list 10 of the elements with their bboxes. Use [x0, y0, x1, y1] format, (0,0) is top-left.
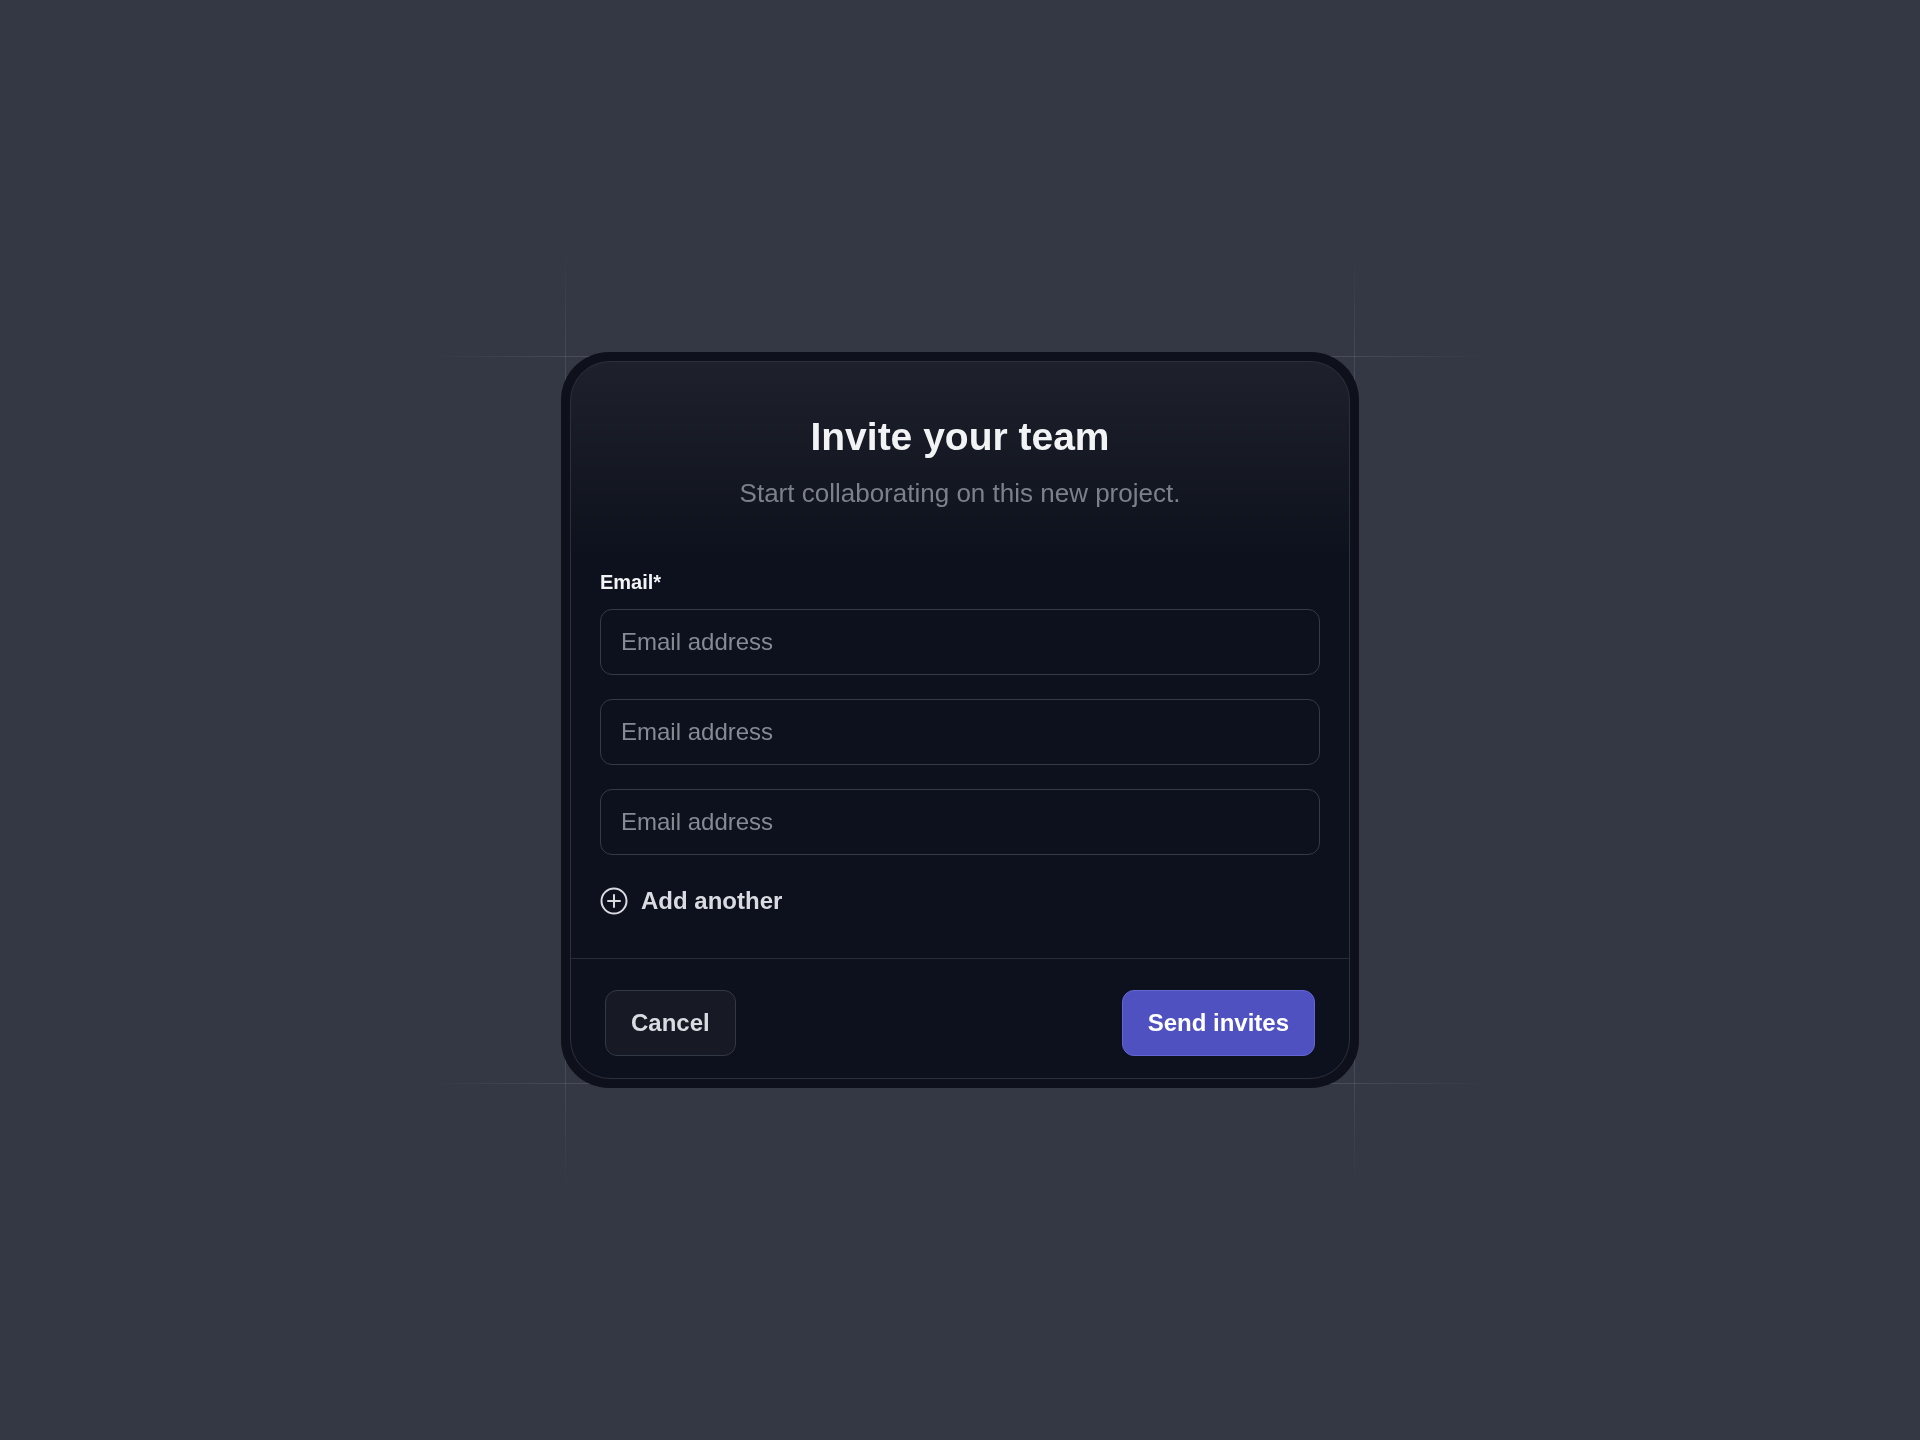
email-input-field[interactable]: Email address — [600, 609, 1320, 676]
plus-circle-icon — [600, 887, 628, 916]
dialog-title: Invite your team — [809, 413, 1111, 460]
field-label: Email* — [600, 570, 663, 596]
dialog-subtitle: Start collaborating on this new project. — [738, 477, 1182, 511]
send-invites-button[interactable]: Send invites — [1121, 990, 1315, 1057]
add-another-button[interactable]: Add another — [600, 883, 783, 920]
email-input-field[interactable]: Email address — [600, 789, 1320, 856]
email-input-field[interactable]: Email address — [600, 699, 1320, 766]
cancel-button[interactable]: Cancel — [605, 990, 736, 1057]
